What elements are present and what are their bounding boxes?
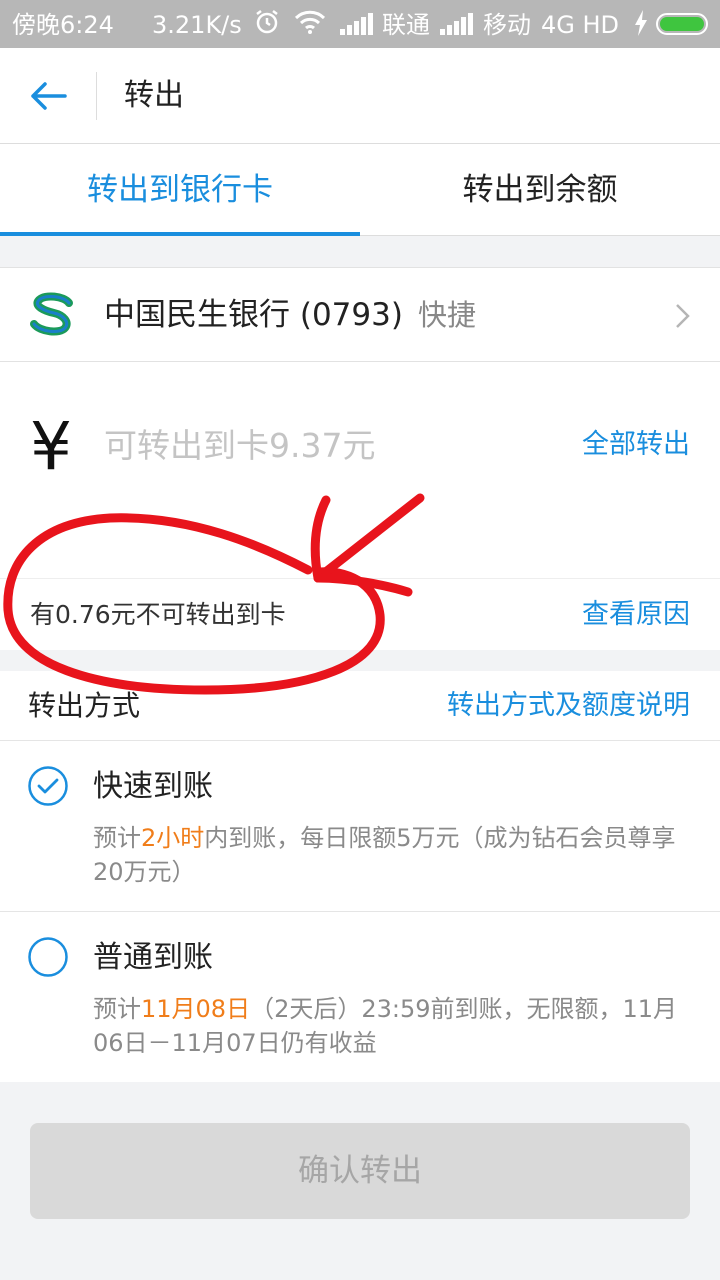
status-bar: 傍晚6:24 3.21K/s 联通 移动 4G HD	[0, 0, 720, 48]
confirm-transfer-button[interactable]: 确认转出	[30, 1123, 690, 1219]
option-title: 快速到账	[93, 769, 213, 804]
desc-highlight: 11月08日	[141, 995, 251, 1023]
method-title: 转出方式	[28, 689, 141, 722]
minsheng-bank-logo-icon	[28, 290, 78, 340]
transfer-tabs: 转出到银行卡 转出到余额	[0, 144, 720, 236]
battery-level	[660, 17, 704, 31]
network-speed: 3.21K/s	[152, 11, 242, 39]
tab-to-bank-card[interactable]: 转出到银行卡	[0, 144, 360, 236]
payment-type-tag: 快捷	[418, 298, 477, 332]
nav-divider	[96, 72, 97, 120]
transfer-method-header: 转出方式 转出方式及额度说明	[0, 671, 720, 741]
chevron-right-icon	[672, 302, 692, 330]
amount-section: ¥ 全部转出	[0, 362, 720, 578]
radio-checked-icon[interactable]	[27, 765, 69, 807]
transfer-all-button[interactable]: 全部转出	[582, 428, 690, 462]
carrier-name: 移动	[483, 11, 531, 39]
bank-card-selector[interactable]: 中国民生银行 (0793) 快捷	[0, 267, 720, 362]
method-info-link[interactable]: 转出方式及额度说明	[447, 689, 690, 723]
option-title: 普通到账	[93, 940, 213, 975]
carrier-name: 联通	[382, 11, 430, 39]
wifi-icon	[294, 8, 326, 43]
back-arrow-icon[interactable]	[24, 72, 72, 120]
amount-input[interactable]	[104, 420, 544, 470]
tab-to-balance[interactable]: 转出到余额	[360, 144, 720, 236]
signal-icon	[340, 12, 374, 42]
charging-icon	[634, 10, 648, 43]
radio-unchecked-icon[interactable]	[27, 936, 69, 978]
signal-icon	[440, 12, 474, 42]
desc-prefix: 预计	[93, 995, 141, 1023]
desc-highlight: 2小时	[141, 824, 205, 852]
active-tab-indicator	[0, 232, 360, 236]
battery-icon	[656, 13, 708, 35]
bank-name: 中国民生银行 (0793)	[104, 297, 403, 333]
currency-symbol: ¥	[30, 408, 72, 485]
desc-prefix: 预计	[93, 824, 141, 852]
network-type: 4G HD	[541, 11, 620, 39]
option-description: 预计11月08日（2天后）23:59前到账，无限额，11月06日－11月07日仍…	[93, 992, 693, 1060]
non-transferable-notice: 有0.76元不可转出到卡 查看原因	[0, 578, 720, 650]
alarm-icon	[253, 8, 281, 43]
status-time: 傍晚6:24	[12, 11, 114, 39]
option-fast-arrival[interactable]: 快速到账 预计2小时内到账，每日限额5万元（成为钻石会员尊享20万元）	[0, 741, 720, 912]
page-title: 转出	[124, 78, 184, 113]
nav-bar: 转出	[0, 48, 720, 144]
view-reason-link[interactable]: 查看原因	[582, 598, 690, 632]
option-normal-arrival[interactable]: 普通到账 预计11月08日（2天后）23:59前到账，无限额，11月06日－11…	[0, 912, 720, 1082]
option-description: 预计2小时内到账，每日限额5万元（成为钻石会员尊享20万元）	[93, 821, 693, 889]
notice-text: 有0.76元不可转出到卡	[30, 600, 286, 629]
